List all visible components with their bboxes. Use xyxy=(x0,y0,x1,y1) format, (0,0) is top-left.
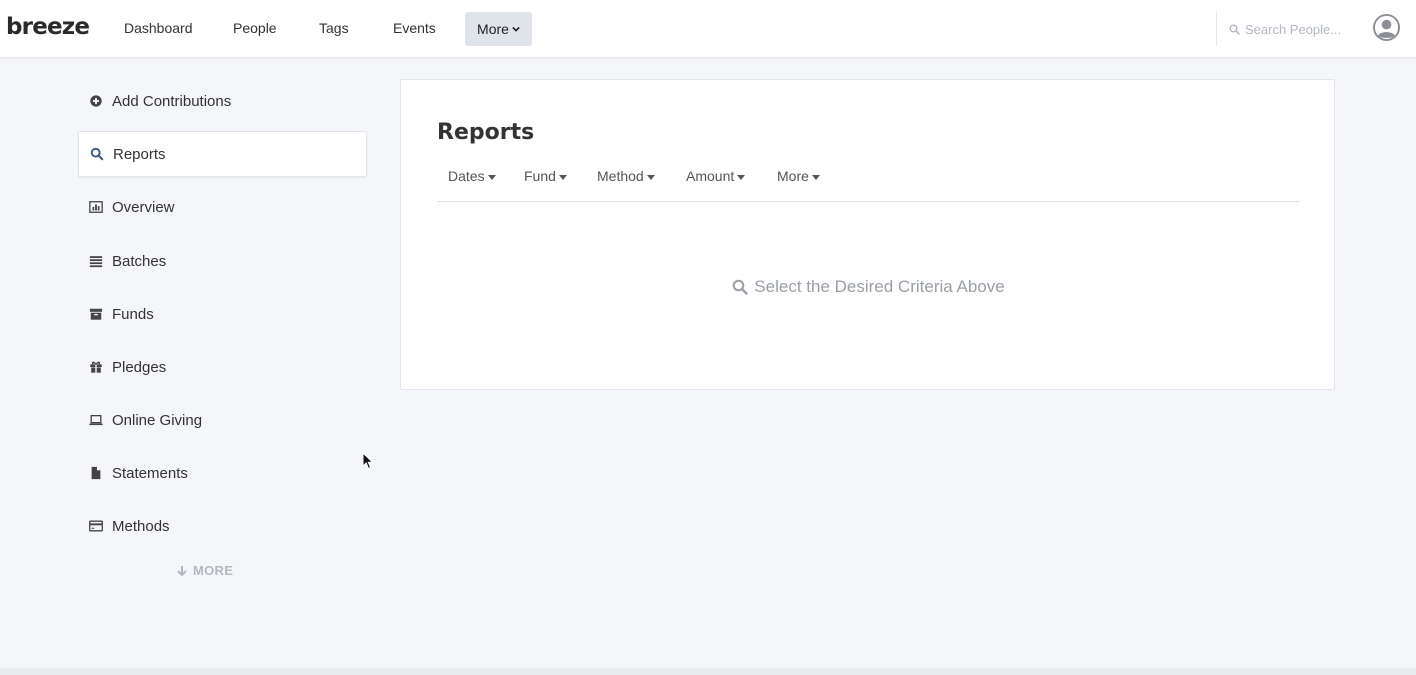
nav-events[interactable]: Events xyxy=(393,20,436,36)
sidebar-item-pledges[interactable]: Pledges xyxy=(78,344,367,390)
page-title: Reports xyxy=(437,120,535,145)
plus-circle-icon xyxy=(88,94,103,109)
caret-down-icon xyxy=(811,174,820,180)
caret-down-icon xyxy=(487,174,496,180)
nav-people[interactable]: People xyxy=(233,20,277,36)
gift-icon xyxy=(88,360,103,375)
sidebar-item-label: Methods xyxy=(112,517,170,535)
sidebar-item-batches[interactable]: Batches xyxy=(78,238,367,284)
empty-state-text: Select the Desired Criteria Above xyxy=(754,277,1005,296)
credit-card-icon xyxy=(88,519,103,534)
archive-icon xyxy=(88,307,103,322)
sidebar-item-online-giving[interactable]: Online Giving xyxy=(78,397,367,443)
sidebar-more-button[interactable]: MORE xyxy=(176,563,233,578)
sidebar-item-label: Online Giving xyxy=(112,411,203,429)
filter-amount-dropdown[interactable]: Amount xyxy=(686,168,746,184)
list-icon xyxy=(88,254,103,269)
mouse-pointer-icon xyxy=(362,452,374,470)
sidebar-item-reports[interactable]: Reports xyxy=(78,131,367,177)
caret-down-icon xyxy=(558,174,567,180)
search-icon xyxy=(732,279,748,295)
search-icon xyxy=(1229,23,1240,35)
filter-method-dropdown[interactable]: Method xyxy=(597,168,655,184)
bar-chart-icon xyxy=(88,200,103,215)
chevron-down-icon xyxy=(512,26,520,32)
sidebar-more-label: MORE xyxy=(193,563,234,578)
file-icon xyxy=(88,466,103,481)
filter-label: Method xyxy=(597,168,644,184)
filter-label: Amount xyxy=(686,168,735,184)
search-icon xyxy=(89,147,104,162)
report-filter-bar: Dates Fund Method Amount More xyxy=(437,164,1300,202)
sidebar-item-overview[interactable]: Overview xyxy=(78,184,367,230)
caret-down-icon xyxy=(737,174,746,180)
filter-label: More xyxy=(777,168,809,184)
sidebar-item-statements[interactable]: Statements xyxy=(78,450,367,496)
sidebar-item-label: Statements xyxy=(112,464,188,482)
sidebar-item-label: Funds xyxy=(112,305,154,323)
nav-more-button[interactable]: More xyxy=(465,12,532,46)
user-avatar-icon[interactable] xyxy=(1373,14,1400,41)
filter-label: Fund xyxy=(524,168,556,184)
filter-more-dropdown[interactable]: More xyxy=(777,168,820,184)
bottom-divider xyxy=(0,668,1416,675)
sidebar-item-methods[interactable]: Methods xyxy=(78,503,367,549)
sidebar-item-label: Batches xyxy=(112,252,167,270)
top-navigation: breeze Dashboard People Tags Events More xyxy=(0,0,1416,58)
filter-fund-dropdown[interactable]: Fund xyxy=(524,168,567,184)
sidebar-item-label: Overview xyxy=(112,198,175,216)
nav-tags[interactable]: Tags xyxy=(319,20,349,36)
nav-more-label: More xyxy=(477,21,509,37)
sidebar-item-funds[interactable]: Funds xyxy=(78,291,367,337)
nav-dashboard[interactable]: Dashboard xyxy=(124,20,193,36)
filter-dates-dropdown[interactable]: Dates xyxy=(448,168,496,184)
breeze-logo[interactable]: breeze xyxy=(6,14,90,40)
sidebar-item-add-contributions[interactable]: Add Contributions xyxy=(78,78,367,124)
filter-label: Dates xyxy=(448,168,485,184)
search-people-input[interactable] xyxy=(1245,21,1345,37)
sidebar-item-label: Add Contributions xyxy=(112,92,232,110)
sidebar-item-label: Reports xyxy=(113,145,166,163)
arrow-down-icon xyxy=(177,565,187,576)
search-box xyxy=(1216,12,1350,46)
caret-down-icon xyxy=(646,174,655,180)
sidebar-item-label: Pledges xyxy=(112,358,167,376)
empty-state-message: Select the Desired Criteria Above xyxy=(401,277,1336,297)
laptop-icon xyxy=(88,413,103,428)
reports-panel: Reports Dates Fund Method Amount More Se… xyxy=(400,79,1335,390)
